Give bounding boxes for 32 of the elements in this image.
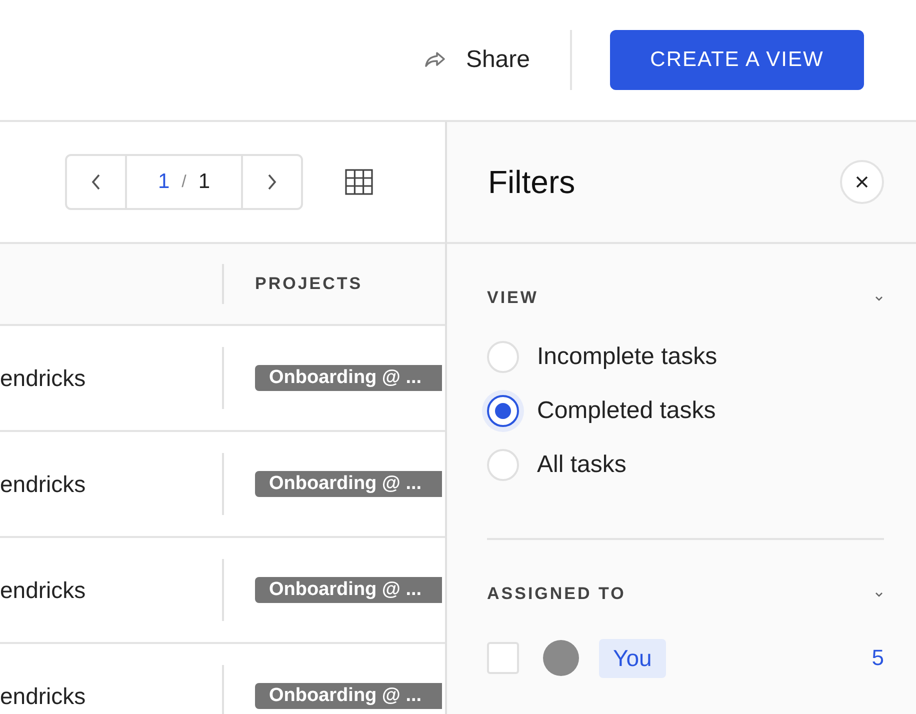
table-cell-text: endricks <box>0 470 87 498</box>
chevron-right-icon <box>266 173 278 191</box>
panel-title: Filters <box>488 164 576 200</box>
chevron-down-icon[interactable] <box>874 590 884 598</box>
page-separator: / <box>182 172 186 192</box>
grid-view-icon[interactable] <box>345 169 373 195</box>
project-tag: Onboarding @ ... <box>255 471 442 497</box>
option-label[interactable]: All tasks <box>537 451 626 479</box>
project-tag: Onboarding @ ... <box>255 577 442 603</box>
total-pages: 1 <box>198 170 210 194</box>
section-title: VIEW <box>487 288 538 308</box>
table-cell-text: endricks <box>0 682 87 710</box>
task-count: 5 <box>872 645 884 671</box>
table-cell-text: endricks <box>0 364 87 392</box>
avatar <box>543 640 579 676</box>
column-header: PROJECTS <box>255 274 363 294</box>
option-label[interactable]: Completed tasks <box>537 397 716 425</box>
project-tag: Onboarding @ ... <box>255 683 442 709</box>
create-view-button[interactable]: CREATE A VIEW <box>610 30 864 90</box>
section-title: ASSIGNED TO <box>487 584 626 604</box>
current-page-number: 1 <box>158 170 170 194</box>
chevron-left-icon <box>90 173 102 191</box>
option-label[interactable]: Incomplete tasks <box>537 343 718 371</box>
checkbox[interactable] <box>487 642 519 674</box>
close-icon <box>856 176 868 188</box>
chevron-down-icon[interactable] <box>874 294 884 302</box>
share-arrow-icon <box>424 50 446 70</box>
project-tag: Onboarding @ ... <box>255 365 442 391</box>
close-button[interactable] <box>840 160 884 204</box>
table-cell-text: endricks <box>0 576 87 604</box>
assignee-tag: You <box>599 638 666 678</box>
share-button[interactable]: Share <box>424 40 530 80</box>
